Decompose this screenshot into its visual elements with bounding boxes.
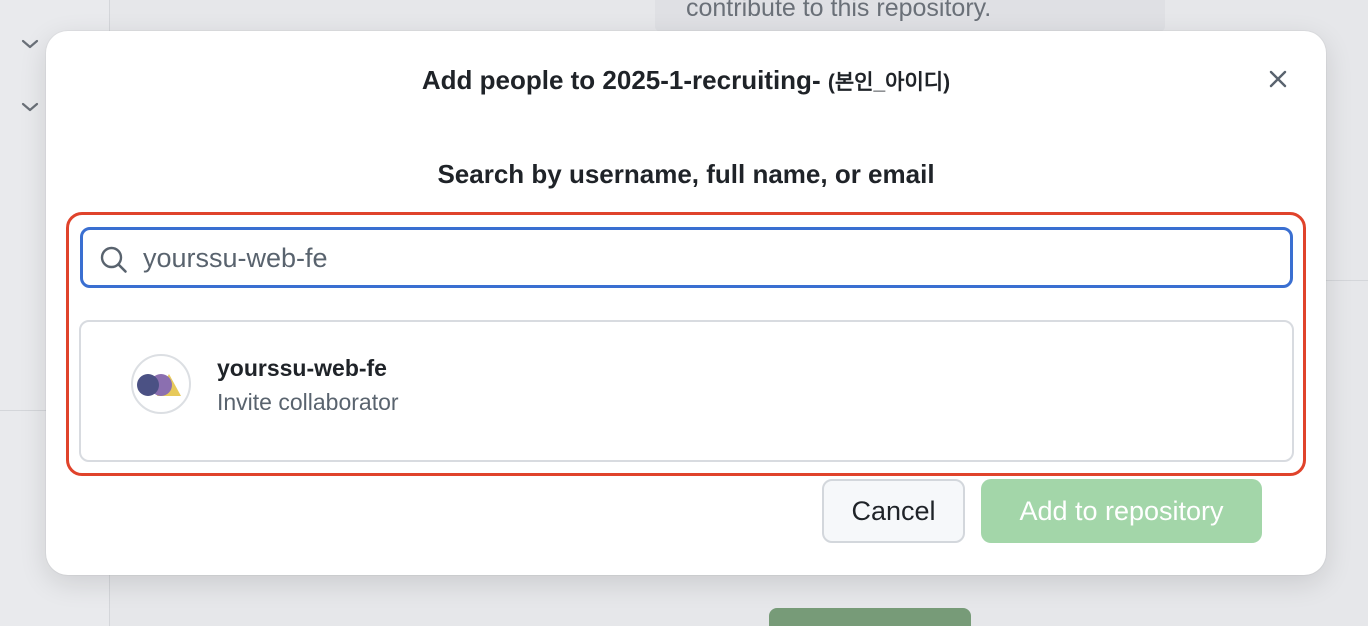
close-button[interactable] bbox=[1262, 63, 1294, 95]
result-item[interactable]: yourssu-web-fe Invite collaborator bbox=[81, 322, 1292, 460]
chevron-down-icon[interactable] bbox=[18, 32, 42, 56]
background-button bbox=[769, 608, 971, 626]
close-icon bbox=[1267, 68, 1289, 90]
avatar bbox=[131, 354, 191, 414]
background-divider bbox=[1326, 280, 1368, 281]
background-divider bbox=[0, 410, 46, 411]
add-to-repository-button[interactable]: Add to repository bbox=[981, 479, 1262, 543]
chevron-down-icon[interactable] bbox=[18, 95, 42, 119]
search-input[interactable] bbox=[143, 238, 1273, 278]
dialog-title-text: Add people to 2025-1-recruiting- bbox=[421, 65, 821, 95]
result-subtitle: Invite collaborator bbox=[217, 389, 399, 415]
cancel-button[interactable]: Cancel bbox=[822, 479, 965, 543]
search-results: yourssu-web-fe Invite collaborator bbox=[79, 320, 1294, 462]
result-username: yourssu-web-fe bbox=[217, 355, 387, 381]
background-text: contribute to this repository. bbox=[686, 0, 992, 22]
add-people-dialog: Add people to 2025-1-recruiting- (본인_아이디… bbox=[46, 31, 1326, 575]
dialog-title-suffix: (본인_아이디) bbox=[827, 71, 951, 94]
search-icon bbox=[99, 245, 129, 275]
search-field[interactable] bbox=[80, 227, 1293, 288]
search-heading: Search by username, full name, or email bbox=[437, 159, 935, 189]
dialog-title: Add people to 2025-1-recruiting- (본인_아이디… bbox=[46, 65, 1326, 96]
